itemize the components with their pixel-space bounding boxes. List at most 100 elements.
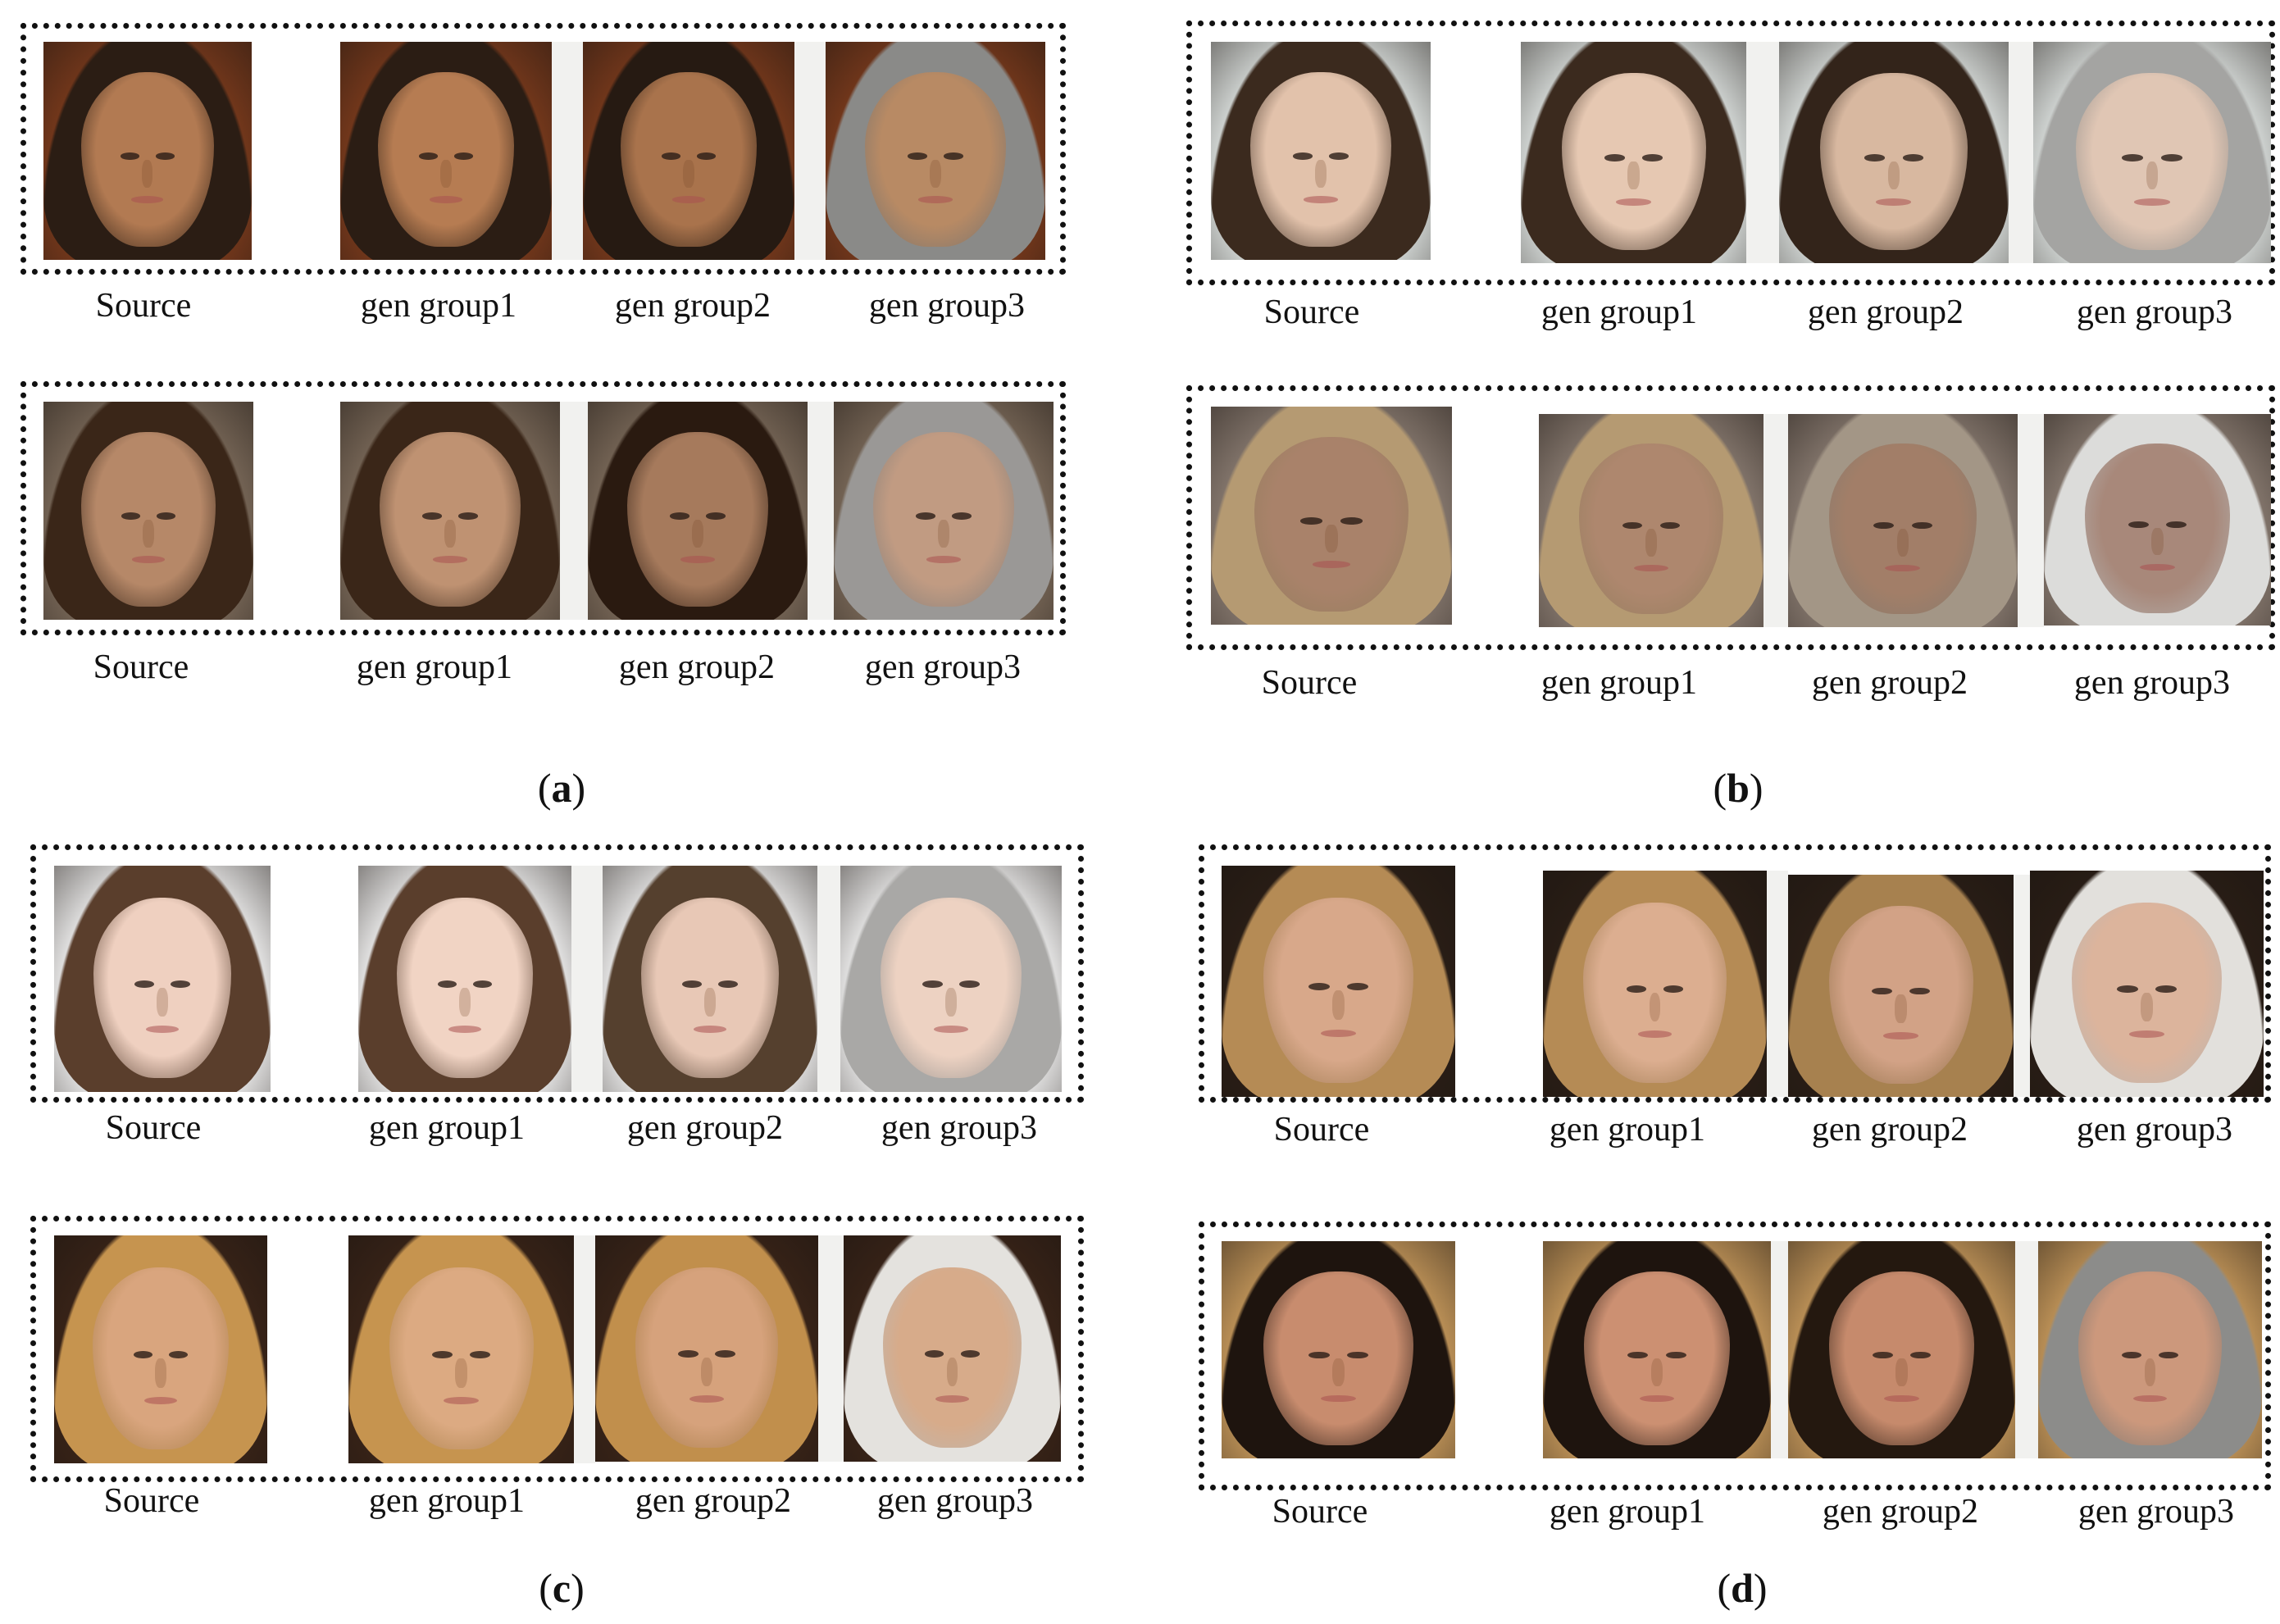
face: [1263, 898, 1413, 1084]
image-label: gen group3: [2076, 1111, 2233, 1149]
image-label: gen group3: [2077, 1493, 2235, 1531]
face: [2072, 902, 2222, 1084]
left-eye: [121, 152, 140, 160]
image-label: gen group3: [2076, 293, 2233, 331]
mouth: [934, 1026, 968, 1034]
right-eye: [952, 512, 972, 520]
mouth: [2128, 1030, 2165, 1039]
face-image-group1: [348, 1235, 574, 1463]
left-eye: [1622, 522, 1643, 530]
caption-paren-close: ): [1753, 1565, 1768, 1611]
left-eye: [1627, 1351, 1649, 1359]
nose: [938, 519, 949, 548]
mouth: [1885, 565, 1921, 572]
right-eye: [715, 1350, 735, 1358]
mouth: [433, 556, 467, 563]
image-label: Source: [103, 1482, 200, 1520]
face-image-group1: [340, 42, 552, 260]
image-separator: [2014, 875, 2030, 1097]
face-image-source: [1222, 866, 1455, 1097]
right-eye: [470, 1351, 490, 1359]
image-label: gen group1: [360, 287, 517, 325]
image-label: gen group1: [1549, 1493, 1706, 1531]
left-eye: [133, 1351, 153, 1359]
right-eye: [1642, 154, 1663, 161]
right-eye: [453, 152, 474, 160]
nose: [1325, 524, 1338, 553]
mouth: [444, 1396, 479, 1404]
face: [93, 897, 232, 1079]
image-separator: [1746, 42, 1779, 263]
face-image-group3: [826, 42, 1045, 260]
left-eye: [2117, 985, 2138, 994]
panel-caption: (d): [1717, 1564, 1767, 1612]
left-eye: [1873, 522, 1895, 530]
mouth: [680, 556, 715, 563]
caption-paren-close: ): [1749, 765, 1763, 811]
nose: [1332, 990, 1345, 1021]
right-eye: [2155, 985, 2177, 994]
left-eye: [1308, 1351, 1330, 1359]
image-label: gen group2: [1811, 1111, 1968, 1149]
right-eye: [1665, 1351, 1686, 1359]
left-eye: [1300, 517, 1322, 525]
image-label: gen group3: [881, 1109, 1038, 1147]
right-eye: [156, 512, 175, 520]
left-eye: [1292, 152, 1313, 160]
mouth: [693, 1026, 727, 1034]
image-separator: [1771, 1241, 1788, 1458]
right-eye: [458, 512, 479, 520]
image-separator: [2009, 42, 2033, 263]
nose: [143, 519, 154, 548]
face: [2084, 444, 2231, 613]
face-image-source: [54, 866, 271, 1092]
nose: [157, 988, 168, 1017]
left-eye: [907, 152, 927, 160]
nose: [155, 1358, 166, 1388]
nose: [704, 988, 716, 1017]
image-separator: [552, 42, 583, 260]
right-eye: [696, 152, 717, 160]
face-image-group1: [1539, 414, 1763, 627]
mouth: [672, 196, 705, 203]
image-separator: [574, 1235, 595, 1463]
face-image-group1: [1543, 1241, 1771, 1458]
mouth: [1639, 1394, 1675, 1403]
image-label: gen group1: [356, 648, 513, 686]
panel-caption: (b): [1713, 764, 1763, 812]
image-label: gen group1: [1540, 664, 1698, 702]
image-label: Source: [1263, 293, 1360, 331]
right-eye: [706, 512, 726, 520]
right-eye: [2159, 1351, 2179, 1359]
image-label: gen group2: [1807, 293, 1964, 331]
left-eye: [682, 980, 702, 989]
caption-paren-open: (: [537, 765, 552, 811]
right-eye: [171, 980, 190, 989]
right-eye: [2166, 521, 2187, 529]
face-image-source: [54, 1235, 267, 1463]
left-eye: [418, 152, 439, 160]
left-eye: [1604, 154, 1625, 161]
image-separator: [808, 402, 834, 620]
image-label: gen group2: [635, 1482, 792, 1520]
image-separator: [571, 866, 603, 1092]
left-eye: [922, 980, 943, 989]
left-eye: [661, 152, 681, 160]
left-eye: [2121, 1351, 2141, 1359]
right-eye: [155, 152, 175, 160]
face: [1820, 72, 1968, 250]
nose: [1887, 161, 1900, 190]
mouth: [918, 196, 953, 203]
mouth: [1304, 196, 1338, 203]
image-label: Source: [105, 1109, 202, 1147]
image-label: Source: [1272, 1493, 1368, 1531]
left-eye: [432, 1351, 453, 1359]
right-eye: [1347, 983, 1368, 991]
image-separator: [1763, 414, 1788, 627]
nose: [701, 1358, 712, 1387]
image-label: gen group2: [614, 287, 771, 325]
nose: [444, 519, 456, 548]
nose: [2144, 1358, 2156, 1387]
mouth: [1883, 1031, 1918, 1039]
face-image-group2: [1779, 42, 2009, 263]
